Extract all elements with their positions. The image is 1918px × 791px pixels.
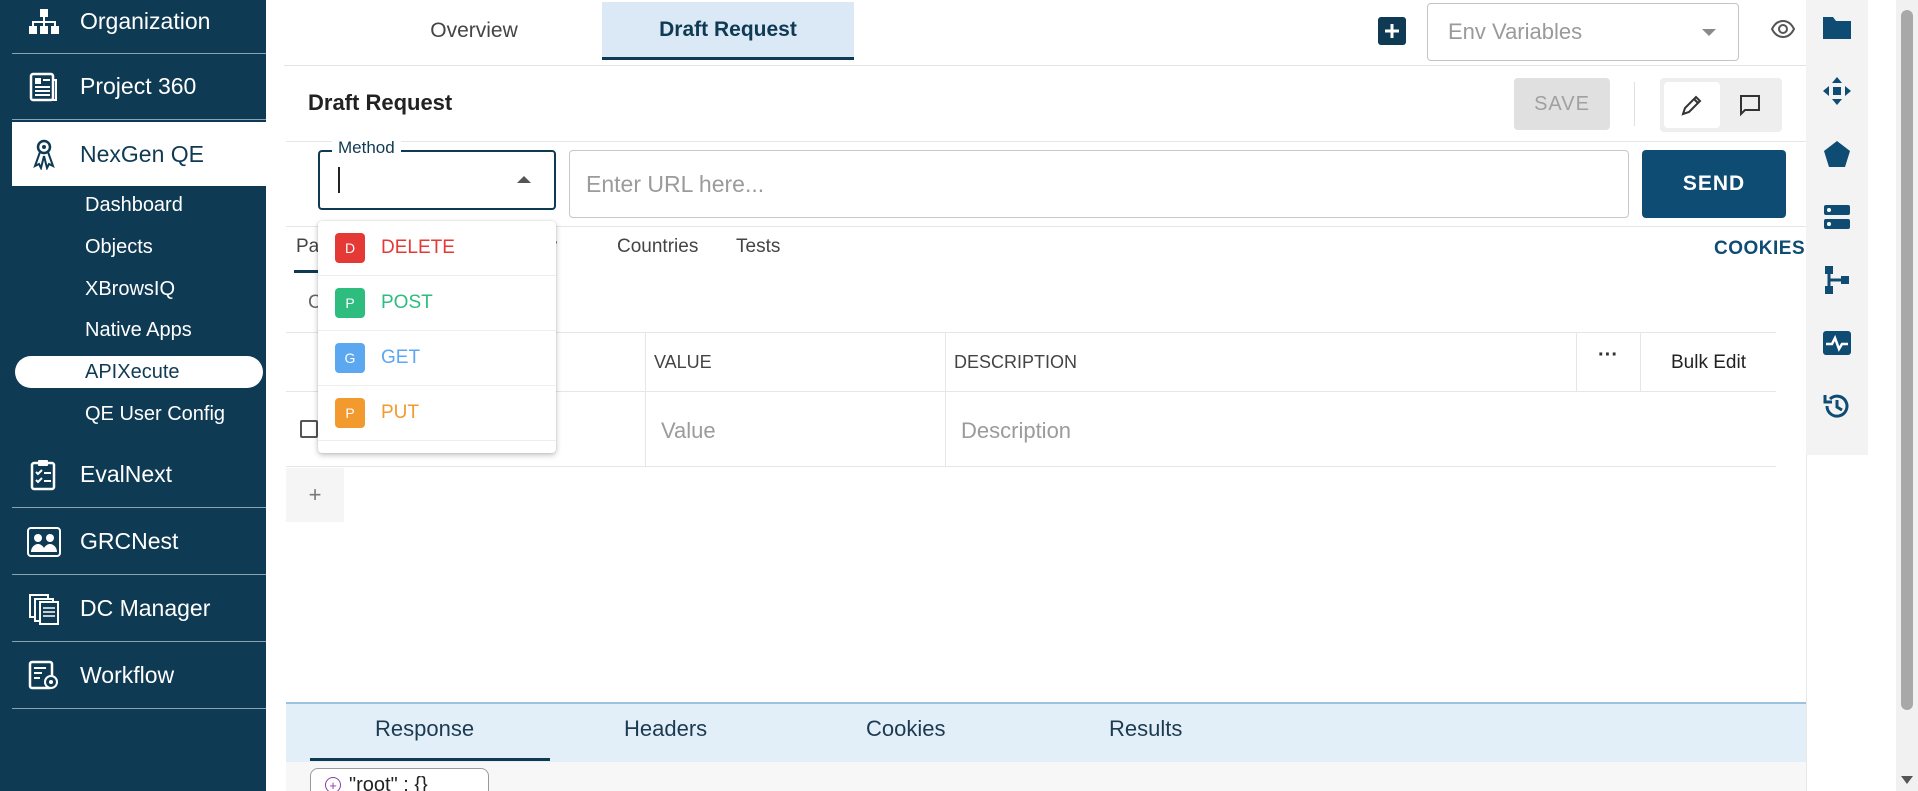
comment-mode-button[interactable]	[1722, 82, 1778, 128]
send-button[interactable]: SEND	[1642, 150, 1786, 218]
page-title: Draft Request	[308, 90, 453, 115]
app-window: Organization Project 360 NexGen QE Dashb…	[0, 0, 1918, 791]
plus-icon	[1385, 24, 1399, 38]
method-dropdown: D DELETE P POST G GET P PUT	[318, 221, 556, 453]
tab-draft-request[interactable]: Draft Request	[602, 2, 854, 60]
sidebar-subitem-qe-user-config[interactable]: QE User Config	[85, 398, 225, 430]
env-variables-placeholder: Env Variables	[1448, 19, 1583, 44]
mode-toggle	[1660, 78, 1782, 132]
scroll-down-icon[interactable]	[1901, 776, 1913, 784]
method-badge: P	[335, 288, 365, 318]
method-option-delete[interactable]: D DELETE	[318, 221, 556, 276]
sidebar-item-project-360[interactable]: Project 360	[12, 54, 266, 120]
method-option-put[interactable]: P PUT	[318, 386, 556, 441]
project-icon	[24, 72, 64, 102]
add-tab-button[interactable]	[1378, 17, 1406, 45]
sidebar-subitem-native-apps[interactable]: Native Apps	[85, 314, 192, 346]
more-options-button[interactable]: ···	[1598, 344, 1618, 367]
edit-mode-button[interactable]	[1664, 82, 1720, 128]
sidebar-item-label: Project 360	[80, 73, 197, 99]
pencil-icon	[1681, 95, 1702, 116]
pulse-icon[interactable]	[1818, 324, 1856, 362]
sidebar-item-nexgen-qe[interactable]: NexGen QE	[12, 122, 266, 186]
sidebar-item-evalnext[interactable]: EvalNext	[12, 442, 266, 508]
sidebar-item-label: Workflow	[80, 662, 175, 688]
sidebar-item-grcnest[interactable]: GRCNest	[12, 509, 266, 575]
tab-countries[interactable]: Countries	[617, 236, 698, 258]
method-badge: P	[335, 398, 365, 428]
sidebar-item-dc-manager[interactable]: DC Manager	[12, 576, 266, 642]
json-root-node[interactable]: + "root" : {}	[310, 768, 489, 791]
comment-icon	[1740, 95, 1760, 117]
pentagon-icon[interactable]	[1818, 135, 1856, 173]
column-header-description: DESCRIPTION	[954, 352, 1078, 372]
history-icon[interactable]	[1818, 387, 1856, 425]
description-input[interactable]: Description	[961, 418, 1071, 444]
column-divider	[1576, 333, 1577, 391]
right-divider	[1806, 455, 1807, 791]
json-root-label: "root" : {}	[349, 773, 428, 791]
toolbar-divider	[1634, 82, 1635, 126]
sidebar-item-label: Organization	[80, 8, 211, 34]
method-option-label: PUT	[381, 402, 419, 423]
url-input[interactable]	[569, 150, 1629, 218]
sidebar-item-label: GRCNest	[80, 528, 179, 554]
tab-cookies[interactable]: Cookies	[866, 716, 945, 742]
documents-icon	[24, 593, 64, 625]
chevron-down-icon	[1702, 29, 1716, 36]
tab-overview[interactable]: Overview	[392, 2, 556, 60]
sidebar: Organization Project 360 NexGen QE Dashb…	[0, 0, 266, 791]
eye-icon[interactable]	[1770, 16, 1796, 47]
sidebar-subitem-xbrowsiq[interactable]: XBrowsIQ	[85, 273, 175, 305]
sidebar-item-label: EvalNext	[80, 461, 173, 487]
active-tab-indicator	[310, 758, 550, 761]
organization-icon	[24, 8, 64, 35]
sidebar-subitem-apixecute[interactable]: APIXecute	[15, 356, 263, 388]
tab-response[interactable]: Response	[375, 716, 474, 742]
expand-icon[interactable]: +	[325, 777, 341, 791]
tab-headers[interactable]: Headers	[624, 716, 707, 742]
method-option-label: GET	[381, 347, 421, 368]
tab-tests[interactable]: Tests	[736, 236, 780, 258]
tab-results[interactable]: Results	[1109, 716, 1182, 742]
method-badge: G	[335, 343, 365, 373]
sidebar-item-label: NexGen QE	[80, 140, 204, 167]
add-row-button[interactable]: +	[286, 468, 344, 522]
column-header-value: VALUE	[654, 352, 712, 372]
method-option-label: DELETE	[381, 237, 455, 258]
method-option-label: POST	[381, 292, 433, 313]
sidebar-subitem-objects[interactable]: Objects	[85, 231, 153, 263]
method-badge: D	[335, 233, 365, 263]
response-body	[286, 762, 1806, 791]
scrollbar-thumb[interactable]	[1901, 10, 1913, 710]
chevron-up-icon[interactable]	[517, 176, 531, 183]
sidebar-item-organization[interactable]: Organization	[12, 0, 266, 54]
hierarchy-icon[interactable]	[1818, 261, 1856, 299]
server-icon[interactable]	[1818, 198, 1856, 236]
value-input[interactable]: Value	[661, 418, 716, 444]
people-icon	[24, 526, 64, 557]
method-label: Method	[332, 138, 401, 158]
cookies-link[interactable]: COOKIES	[1714, 238, 1805, 260]
nexgen-icon	[24, 138, 64, 170]
sidebar-item-label: DC Manager	[80, 595, 211, 621]
method-option-get[interactable]: G GET	[318, 331, 556, 386]
text-cursor	[338, 167, 340, 193]
method-option-post[interactable]: P POST	[318, 276, 556, 331]
bulk-edit-button[interactable]: Bulk Edit	[1671, 352, 1746, 374]
sidebar-subitem-dashboard[interactable]: Dashboard	[85, 189, 183, 221]
column-divider	[1640, 333, 1641, 391]
response-tabs-bar	[286, 702, 1806, 762]
folder-icon[interactable]	[1818, 8, 1856, 46]
move-icon[interactable]	[1818, 72, 1856, 110]
header-divider	[284, 65, 1806, 66]
workflow-icon	[24, 660, 64, 692]
env-variables-select[interactable]: Env Variables	[1427, 3, 1739, 61]
row-checkbox[interactable]	[300, 420, 318, 438]
tab-params[interactable]: Pa	[296, 236, 319, 258]
save-button[interactable]: SAVE	[1514, 78, 1610, 130]
sidebar-item-workflow[interactable]: Workflow	[12, 643, 266, 709]
clipboard-icon	[24, 459, 64, 491]
